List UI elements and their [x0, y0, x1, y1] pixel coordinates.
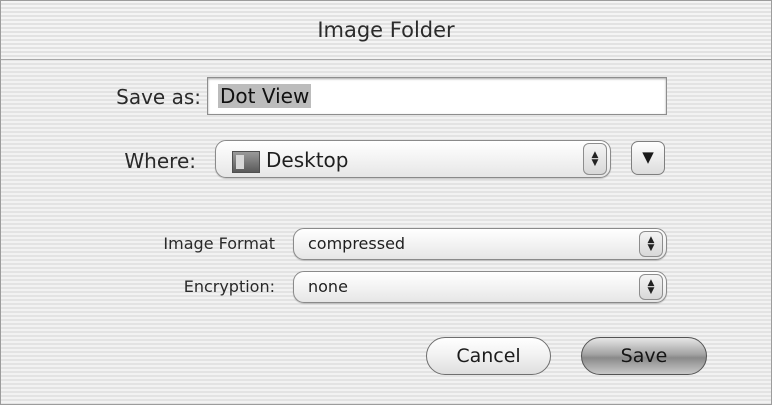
where-value: Desktop	[266, 148, 349, 172]
where-label: Where:	[124, 149, 196, 173]
save-as-label: Save as:	[116, 85, 201, 109]
disclosure-triangle-button[interactable]: ▼	[631, 141, 665, 175]
image-format-label: Image Format	[163, 234, 275, 253]
save-as-field[interactable]: Dot View	[207, 77, 667, 115]
save-button[interactable]: Save	[581, 337, 707, 375]
popup-arrows-icon: ▲ ▼	[583, 143, 607, 175]
where-popup[interactable]: Desktop ▲ ▼	[215, 140, 611, 178]
save-dialog: Image Folder Save as: Dot View Where: De…	[0, 0, 772, 405]
save-as-value[interactable]: Dot View	[218, 84, 312, 108]
popup-arrows-icon: ▲ ▼	[639, 231, 663, 257]
cancel-button[interactable]: Cancel	[426, 337, 551, 375]
encryption-label: Encryption:	[183, 277, 275, 296]
image-format-value: compressed	[308, 234, 406, 253]
dialog-title: Image Folder	[1, 1, 771, 60]
encryption-popup[interactable]: none ▲ ▼	[293, 271, 667, 303]
folder-icon	[232, 151, 260, 173]
popup-arrows-icon: ▲ ▼	[639, 274, 663, 300]
image-format-popup[interactable]: compressed ▲ ▼	[293, 228, 667, 260]
encryption-value: none	[308, 277, 348, 296]
